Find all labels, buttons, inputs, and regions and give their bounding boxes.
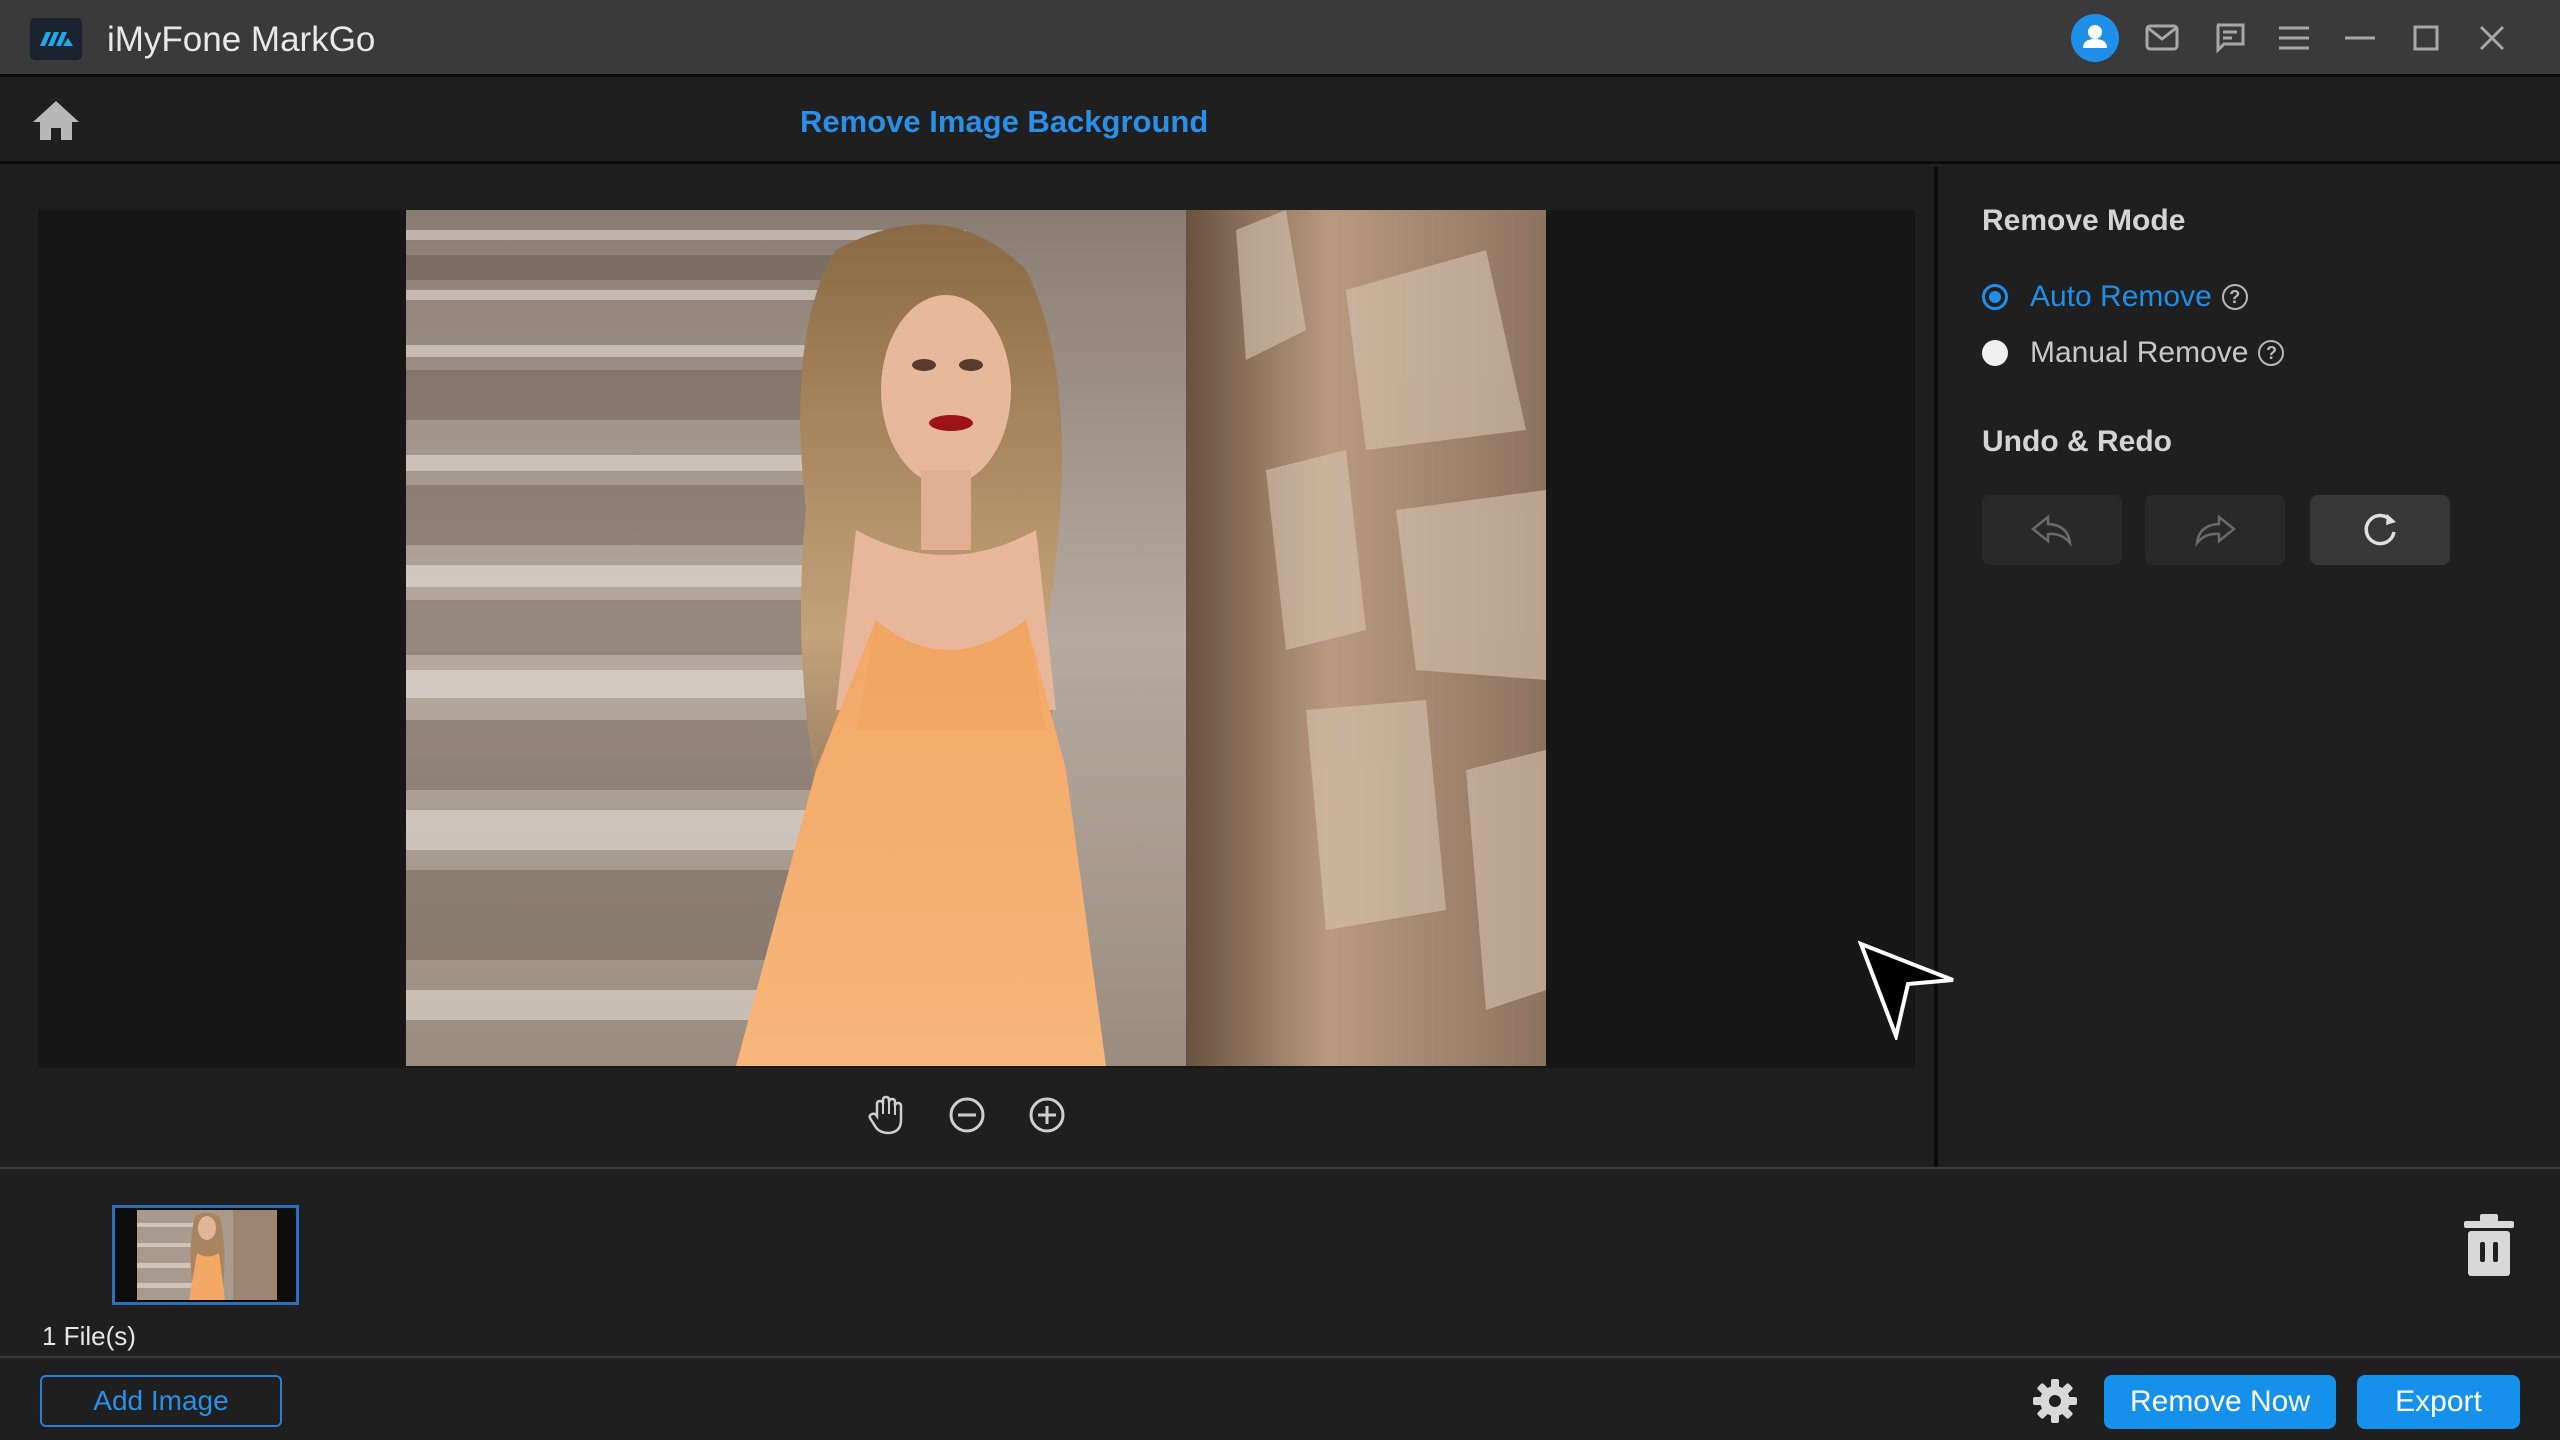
file-count: 1 File(s): [42, 1321, 136, 1351]
reset-icon: [2364, 513, 2396, 546]
undo-icon: [2030, 514, 2072, 547]
auto-remove-option[interactable]: Auto Remove ?: [1982, 279, 2248, 315]
trash-icon[interactable]: [2462, 1212, 2516, 1278]
hand-pan-icon[interactable]: [862, 1090, 912, 1140]
maximize-icon[interactable]: [2406, 14, 2446, 62]
workspace-divider: [0, 1167, 2560, 1169]
close-icon[interactable]: [2472, 14, 2512, 62]
minimize-icon[interactable]: [2340, 14, 2380, 62]
app-title: iMyFone MarkGo: [107, 20, 376, 59]
account-icon[interactable]: [2068, 14, 2122, 62]
manual-remove-radio[interactable]: [1982, 340, 2008, 366]
mail-icon[interactable]: [2142, 14, 2182, 62]
manual-remove-label: Manual Remove: [2030, 336, 2249, 369]
remove-mode-heading: Remove Mode: [1982, 204, 2186, 237]
help-icon[interactable]: ?: [2221, 284, 2248, 310]
undo-button[interactable]: [1982, 495, 2122, 565]
help-icon[interactable]: ?: [2258, 340, 2285, 366]
reset-button[interactable]: [2310, 495, 2450, 565]
page-title: Remove Image Background: [800, 104, 1209, 139]
manual-remove-option[interactable]: Manual Remove ?: [1982, 335, 2285, 371]
remove-now-button[interactable]: Remove Now: [2104, 1375, 2336, 1429]
page-header: Remove Image Background: [0, 80, 2560, 164]
menu-icon[interactable]: [2274, 14, 2314, 62]
auto-remove-radio[interactable]: [1982, 284, 2008, 310]
canvas-toolbar: [860, 1090, 1080, 1140]
redo-button[interactable]: [2145, 495, 2285, 565]
zoom-in-icon[interactable]: [1022, 1090, 1072, 1140]
zoom-out-icon[interactable]: [942, 1090, 992, 1140]
file-thumbnail[interactable]: [112, 1205, 299, 1305]
undo-redo-heading: Undo & Redo: [1982, 425, 2172, 458]
auto-remove-label: Auto Remove: [2030, 280, 2212, 313]
preview-image[interactable]: [406, 210, 1546, 1066]
feedback-icon[interactable]: [2210, 14, 2250, 62]
redo-icon: [2195, 514, 2237, 547]
title-bar: iMyFone MarkGo: [0, 0, 2560, 77]
panel-divider: [1934, 167, 1938, 1168]
add-image-button[interactable]: Add Image: [40, 1375, 282, 1427]
home-icon[interactable]: [30, 98, 82, 144]
export-button[interactable]: Export: [2357, 1375, 2520, 1429]
gear-icon[interactable]: [2032, 1378, 2078, 1424]
bottom-divider: [0, 1356, 2560, 1358]
app-logo-icon: [30, 18, 82, 60]
